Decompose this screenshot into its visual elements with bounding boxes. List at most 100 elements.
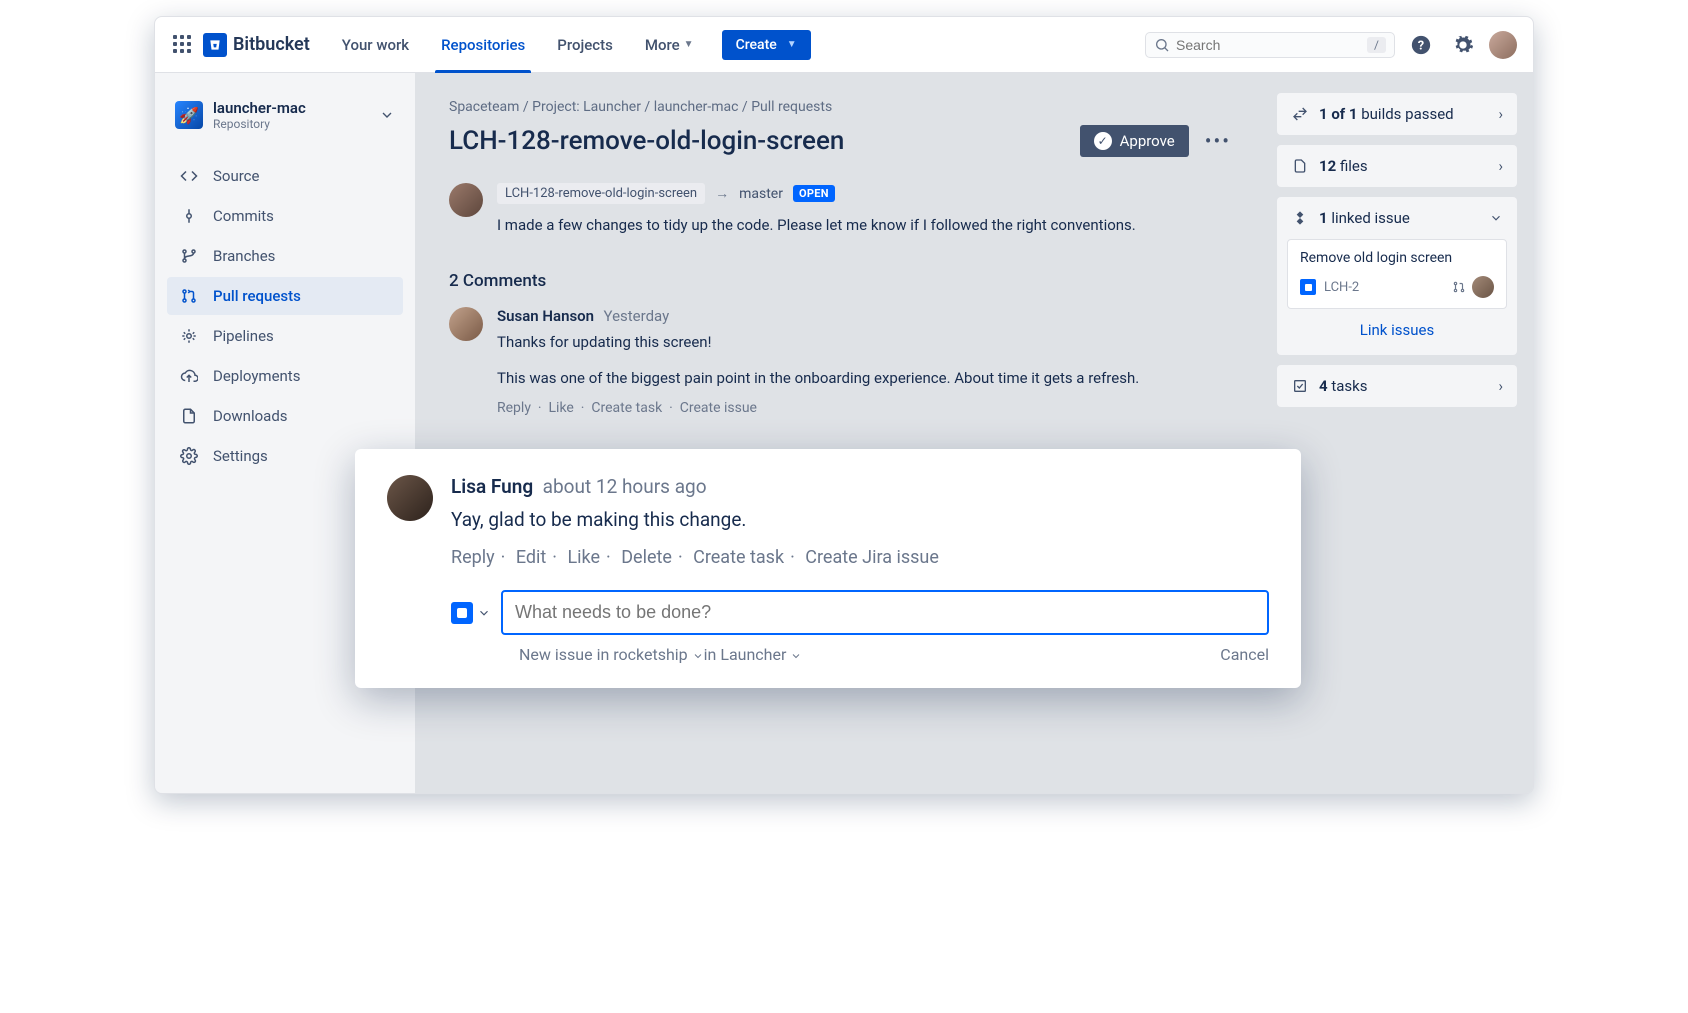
sidebar-item-label: Pull requests [213,287,301,305]
pr-title: LCH-128-remove-old-login-screen [449,126,844,156]
files-card[interactable]: 12 files › [1277,145,1517,187]
comment-text: This was one of the biggest pain point i… [497,367,1239,390]
nav-projects[interactable]: Projects [545,17,625,73]
commit-icon [179,207,199,225]
jira-icon [1291,210,1309,226]
right-panel: 1 of 1 builds passed › 12 files › 1 link… [1273,73,1533,793]
help-icon[interactable]: ? [1405,29,1437,61]
chevron-down-icon [477,606,491,620]
brand-label: Bitbucket [233,34,310,55]
sidebar-item-label: Settings [213,447,268,465]
file-icon [1291,158,1309,174]
breadcrumb[interactable]: Pull requests [751,99,832,115]
nav-your-work[interactable]: Your work [330,17,421,73]
breadcrumbs: Spaceteam / Project: Launcher / launcher… [449,99,1239,115]
breadcrumb[interactable]: Spaceteam [449,99,519,115]
issue-key[interactable]: LCH-2 [1324,280,1359,295]
create-button[interactable]: Create ▼ [722,30,811,60]
comment-text: Thanks for updating this screen! [497,331,1239,354]
issue-type-icon [1300,279,1316,295]
file-icon [179,407,199,425]
create-task-action[interactable]: Create task [693,547,784,568]
tasks-card[interactable]: 4 tasks › [1277,365,1517,407]
comment-timestamp: about 12 hours ago [543,475,707,498]
cloud-upload-icon [179,367,199,385]
linked-issue-item[interactable]: Remove old login screen LCH-2 [1287,239,1507,309]
edit-action[interactable]: Edit [516,547,546,568]
bitbucket-logo-icon [203,33,227,57]
nav-more[interactable]: More▼ [633,17,706,73]
create-jira-issue-action[interactable]: Create Jira issue [805,547,939,568]
sidebar-item-label: Source [213,167,259,185]
comment-overlay: Lisa Fung about 12 hours ago Yay, glad t… [355,449,1301,688]
sidebar-item-branches[interactable]: Branches [167,237,403,275]
comment-avatar[interactable] [449,307,483,341]
cancel-button[interactable]: Cancel [1220,645,1269,664]
comment-author[interactable]: Susan Hanson [497,307,594,325]
sidebar-item-label: Downloads [213,407,288,425]
linked-issues-toggle[interactable]: 1 linked issue [1277,197,1517,239]
chevron-down-icon [1489,211,1503,225]
reply-action[interactable]: Reply [497,400,531,416]
repo-subtitle: Repository [213,117,306,131]
pr-description: I made a few changes to tidy up the code… [497,214,1239,237]
source-branch[interactable]: LCH-128-remove-old-login-screen [497,183,705,204]
search-shortcut: / [1367,37,1386,53]
sidebar-item-pull-requests[interactable]: Pull requests [167,277,403,315]
side-nav: Source Commits Branches Pull requests Pi… [167,157,403,475]
chevron-right-icon: › [1498,105,1503,123]
more-actions-button[interactable]: ••• [1197,125,1239,157]
app-switcher-icon[interactable] [171,33,195,57]
sidebar-item-deployments[interactable]: Deployments [167,357,403,395]
chevron-down-icon[interactable] [379,107,395,123]
comment-author[interactable]: Lisa Fung [451,475,533,498]
comment-text: Yay, glad to be making this change. [451,508,1269,531]
nav-repositories[interactable]: Repositories [429,17,537,73]
user-avatar[interactable] [1489,31,1517,59]
chevron-down-icon: ▼ [787,39,797,50]
sidebar-item-commits[interactable]: Commits [167,197,403,235]
space-selector[interactable]: in Launcher [704,645,803,664]
like-action[interactable]: Like [549,400,574,416]
sidebar-item-downloads[interactable]: Downloads [167,397,403,435]
assignee-avatar[interactable] [1472,276,1494,298]
like-action[interactable]: Like [567,547,600,568]
body: 🚀 launcher-mac Repository Source Commits [155,73,1533,793]
builds-card[interactable]: 1 of 1 builds passed › [1277,93,1517,135]
author-avatar[interactable] [449,183,483,217]
breadcrumb[interactable]: Project: Launcher [532,99,641,115]
linked-issues-card: 1 linked issue Remove old login screen L… [1277,197,1517,355]
issue-summary-input[interactable] [501,590,1269,635]
linked-issue-title: Remove old login screen [1300,250,1494,266]
breadcrumb[interactable]: launcher-mac [654,99,739,115]
reply-action[interactable]: Reply [451,547,495,568]
search-icon [1154,37,1170,53]
comments-heading: 2 Comments [449,271,1239,291]
pull-request-icon [179,287,199,305]
sidebar-item-pipelines[interactable]: Pipelines [167,317,403,355]
chevron-down-icon [692,650,704,662]
delete-action[interactable]: Delete [621,547,672,568]
builds-icon [1291,106,1309,122]
link-issues-button[interactable]: Link issues [1360,321,1434,339]
search-box[interactable]: / [1145,32,1395,58]
sidebar-item-source[interactable]: Source [167,157,403,195]
branch-icon [179,247,199,265]
issue-type-selector[interactable] [451,602,491,624]
settings-icon[interactable] [1447,29,1479,61]
create-task-action[interactable]: Create task [591,400,662,416]
project-selector[interactable]: New issue in rocketship [519,645,704,664]
search-input[interactable] [1176,37,1367,53]
check-circle-icon: ✓ [1094,132,1112,150]
repo-header[interactable]: 🚀 launcher-mac Repository [167,93,403,137]
comment-avatar[interactable] [387,475,433,521]
arrow-right-icon: → [715,185,729,202]
target-branch[interactable]: master [739,186,783,202]
brand[interactable]: Bitbucket [203,33,310,57]
svg-text:?: ? [1418,38,1424,53]
chevron-right-icon: › [1498,157,1503,175]
gear-icon [179,447,199,465]
comment-actions: Reply · Like · Create task · Create issu… [497,400,1239,416]
approve-button[interactable]: ✓ Approve [1080,125,1189,157]
create-issue-action[interactable]: Create issue [680,400,757,416]
